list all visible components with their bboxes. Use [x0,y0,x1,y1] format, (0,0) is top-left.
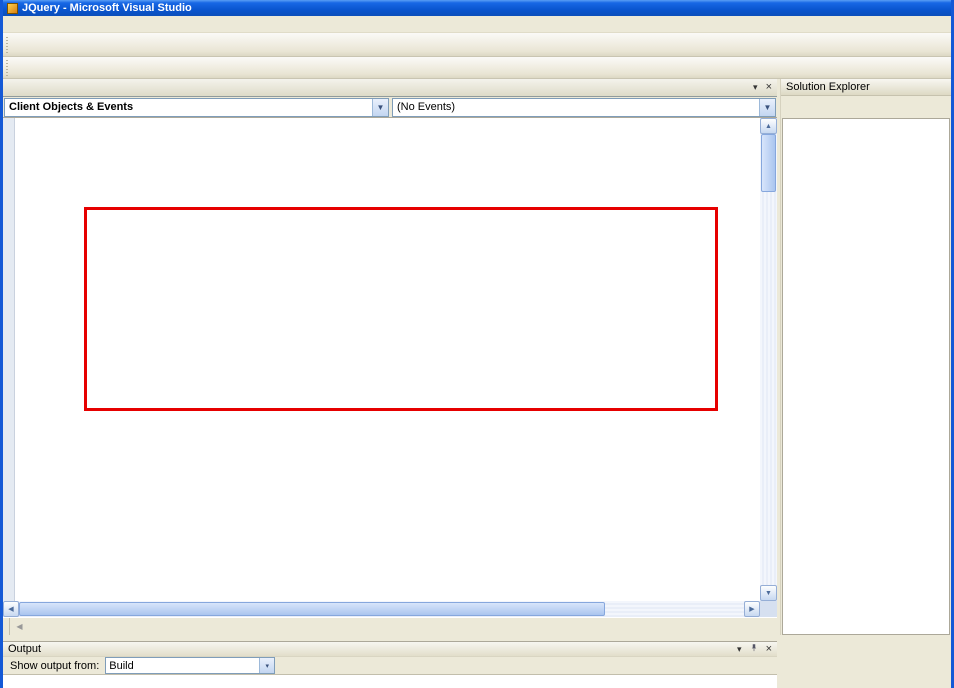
window-menu-icon[interactable]: ▾ [737,644,742,655]
event-dropdown[interactable]: (No Events) ▼ [392,97,776,117]
menu-bar [3,16,951,33]
vertical-scroll-thumb[interactable] [761,134,776,192]
editor-navigation-bar: Client Objects & Events ▼ (No Events) ▼ [3,97,777,118]
show-output-from-label: Show output from: [10,659,100,672]
solution-explorer-title: Solution Explorer [786,81,870,93]
toolbar-grip[interactable] [5,59,10,76]
code-editor: ▲ ▼ [3,118,777,601]
solution-explorer-panel: Solution Explorer [780,79,951,635]
active-files-dropdown-icon[interactable]: ▾ [753,82,758,93]
chevron-down-icon: ▾ [259,658,275,673]
app-icon [7,2,18,14]
editor-vertical-scrollbar[interactable]: ▲ ▼ [760,118,777,601]
window-title: JQuery - Microsoft Visual Studio [22,2,192,14]
html-formatting-toolbar [3,57,951,79]
toolbar-grip[interactable] [5,36,10,53]
solution-explorer-toolbar [781,96,951,118]
standard-toolbar [3,33,951,57]
view-switch-bar: ◀ [3,617,777,635]
close-panel-icon[interactable]: × [766,643,772,655]
chevron-down-icon: ▼ [759,98,775,116]
scroll-up-icon[interactable]: ▲ [760,118,777,134]
solution-tree [782,118,950,635]
visual-studio-window: { "window": {"title": "JQuery - Microsof… [0,0,954,688]
close-document-icon[interactable]: × [766,81,772,93]
line-number-gutter [15,118,59,601]
scroll-down-icon[interactable]: ▼ [760,585,777,601]
auto-hide-pin-icon[interactable] [749,643,759,655]
scroll-right-icon[interactable]: ▶ [744,601,760,617]
scroll-left-icon[interactable]: ◀ [3,601,19,617]
output-source-combo[interactable]: Build ▾ [105,657,276,674]
title-bar[interactable]: JQuery - Microsoft Visual Studio [3,0,951,16]
code-area[interactable] [59,118,760,601]
output-toolbar: Show output from: Build ▾ [3,656,777,675]
output-panel: Output ▾ × Show output from: Build ▾ [3,641,777,688]
document-tab-strip: ▾ × [3,79,777,97]
object-dropdown[interactable]: Client Objects & Events ▼ [4,97,389,117]
output-content[interactable] [3,675,777,688]
breadcrumb-scroll-left-icon[interactable]: ◀ [14,619,25,634]
scrollbar-corner [760,601,777,617]
output-panel-title: Output [8,643,42,655]
breakpoint-margin[interactable] [3,118,15,601]
chevron-down-icon: ▼ [372,98,388,116]
editor-horizontal-scrollbar[interactable]: ◀ ▶ [3,601,777,617]
horizontal-scroll-thumb[interactable] [19,602,605,616]
